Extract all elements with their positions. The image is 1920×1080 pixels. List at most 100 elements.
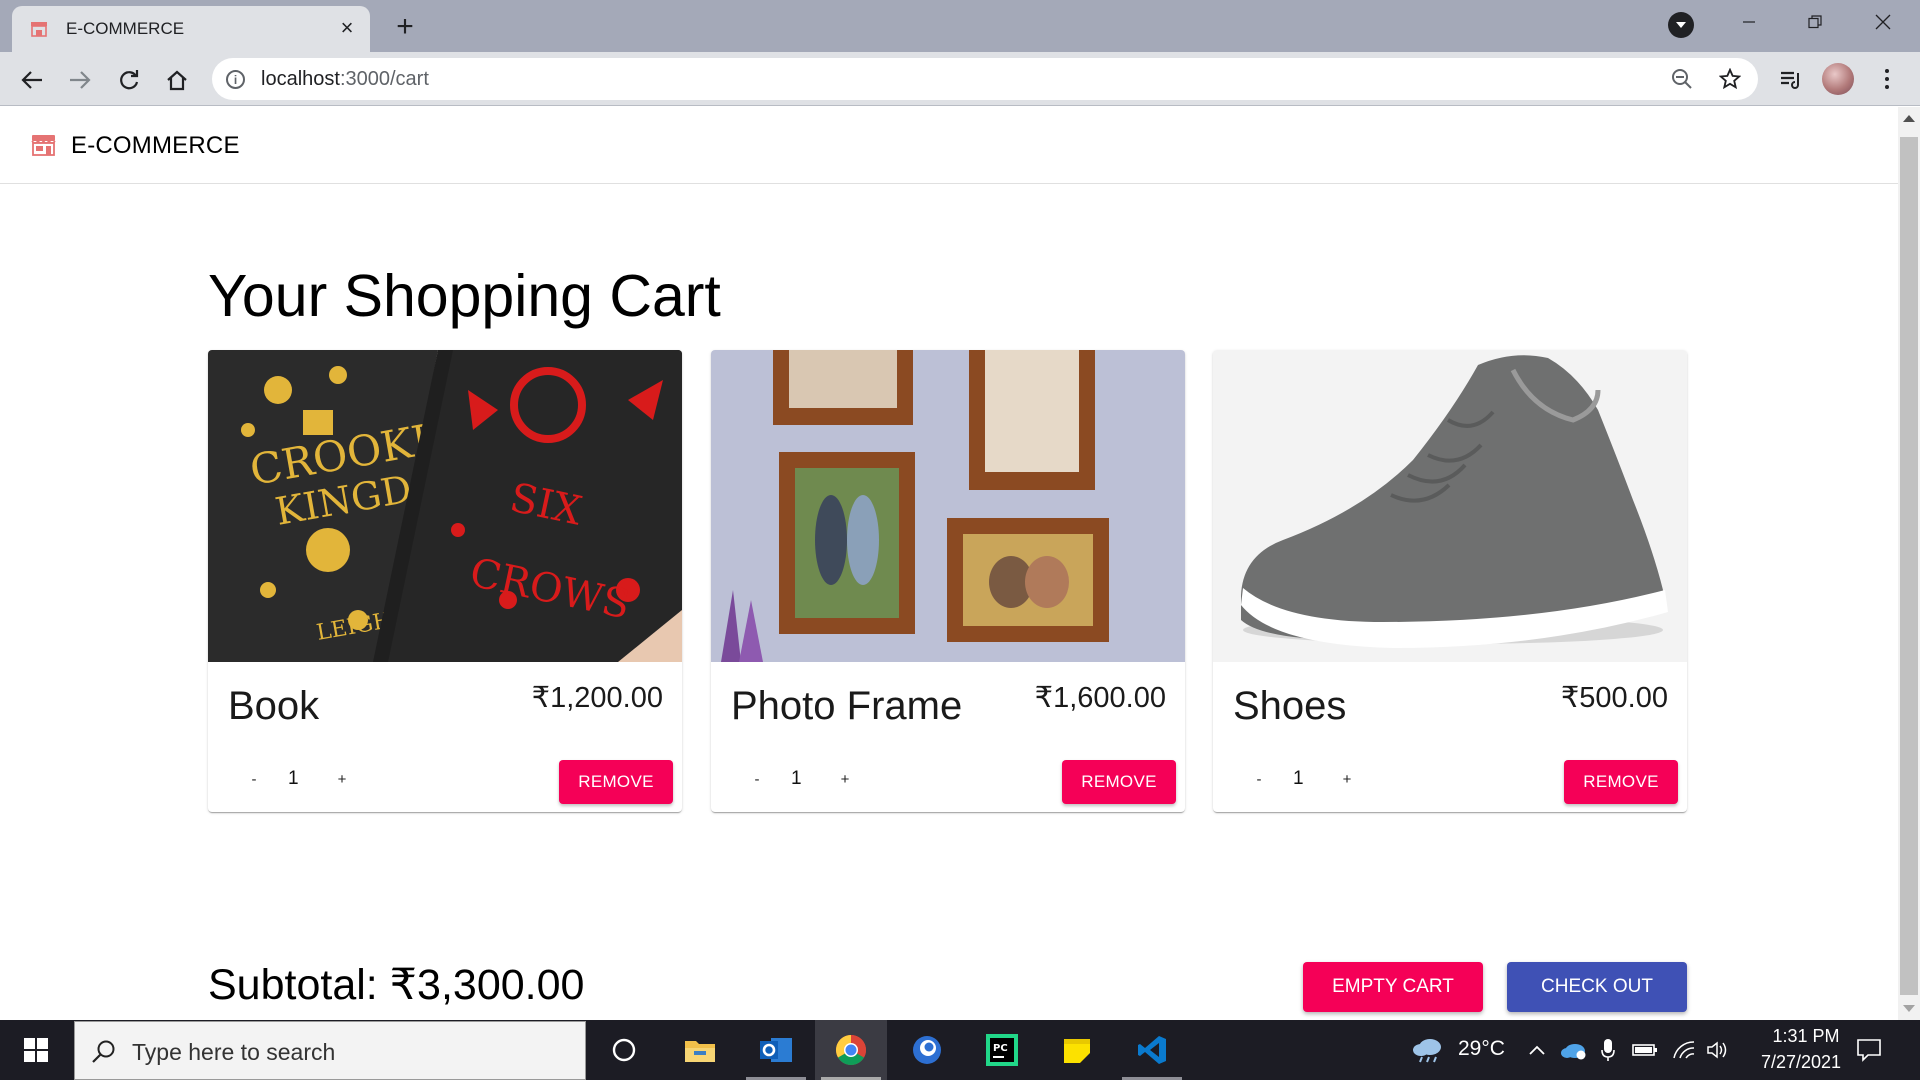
folder-icon [685,1041,715,1062]
show-hidden-icons-button[interactable] [1528,1020,1546,1080]
address-bar[interactable]: i localhost:3000/cart [212,58,1758,100]
store-icon [31,135,56,156]
page-viewport: E-COMMERCE Your Shopping Cart CROOKE KIN… [0,107,1898,1020]
browser-toolbar: i localhost:3000/cart [0,52,1920,106]
bookmark-star-icon[interactable] [1717,66,1743,92]
search-placeholder: Type here to search [132,1039,336,1065]
store-icon [31,22,47,37]
outlook-icon [760,1038,792,1062]
shoes-image [1213,350,1687,662]
reload-icon [120,70,139,90]
arrow-right-icon [70,71,91,89]
home-icon [167,70,187,91]
microphone-tray-icon[interactable] [1600,1020,1616,1080]
quantity-value: 1 [288,768,299,789]
item-price: ₹1,600.00 [1034,682,1166,714]
browser-tab[interactable]: E-COMMERCE × [12,6,370,52]
reload-button[interactable] [111,62,147,98]
increase-quantity-button[interactable]: + [1330,762,1364,796]
increase-quantity-button[interactable]: + [828,762,862,796]
volume-tray-icon[interactable] [1706,1020,1730,1080]
home-button[interactable] [159,62,195,98]
restore-button[interactable] [1782,0,1848,44]
microphone-icon [1601,1039,1615,1061]
weather-widget[interactable] [1412,1020,1446,1080]
decrease-quantity-button[interactable]: - [740,762,774,796]
item-price: ₹500.00 [1560,682,1668,714]
subtotal-text: Subtotal: ₹3,300.00 [208,961,585,1009]
book-image: CROOKE KINGDO LEIGH SIX CROWS [208,350,682,662]
tab-search-button[interactable] [1668,12,1694,38]
scroll-up-arrow-icon[interactable] [1903,115,1915,122]
item-price: ₹1,200.00 [531,682,663,714]
remove-button[interactable]: REMOVE [559,760,673,804]
start-button[interactable] [0,1020,72,1080]
media-control-button[interactable] [1773,62,1809,98]
photo-frame-image [711,350,1185,662]
task-view-button[interactable] [588,1020,660,1080]
taskbar-outlook[interactable] [740,1020,812,1080]
speaker-icon [1707,1041,1727,1059]
taskbar-app-blue[interactable] [891,1020,963,1080]
page-scrollbar[interactable] [1898,107,1920,1020]
back-button[interactable] [14,62,50,98]
wifi-tray-icon[interactable] [1672,1020,1696,1080]
brand-title[interactable]: E-COMMERCE [71,132,240,160]
minimize-icon [1743,21,1755,23]
cloud-rain-icon [1413,1039,1441,1063]
empty-cart-button[interactable]: EMPTY CART [1303,962,1483,1012]
minimize-button[interactable] [1716,0,1782,44]
windows-taskbar: Type here to search PC 29°C 1:31 PM 7/27… [0,1020,1920,1080]
taskbar-chrome[interactable] [815,1020,887,1080]
browser-tabstrip: E-COMMERCE × + [0,0,1920,52]
battery-tray-icon[interactable] [1632,1020,1658,1080]
app-bar: E-COMMERCE [0,107,1898,184]
scroll-down-arrow-icon[interactable] [1903,1005,1915,1012]
zoom-icon[interactable] [1669,66,1695,92]
profile-avatar[interactable] [1822,63,1854,95]
onedrive-tray-icon[interactable] [1560,1020,1588,1080]
scrollbar-thumb[interactable] [1900,137,1918,995]
taskbar-sticky-notes[interactable] [1041,1020,1113,1080]
taskbar-vscode[interactable] [1116,1020,1188,1080]
decrease-quantity-button[interactable]: - [237,762,271,796]
weather-temperature[interactable]: 29°C [1458,1037,1505,1061]
url-text[interactable]: localhost:3000/cart [261,68,429,91]
increase-quantity-button[interactable]: + [325,762,359,796]
close-window-button[interactable] [1850,0,1916,44]
item-name: Shoes [1233,684,1347,728]
chevron-up-icon [1529,1045,1545,1055]
chevron-down-icon [1676,22,1686,28]
decrease-quantity-button[interactable]: - [1242,762,1276,796]
remove-button[interactable]: REMOVE [1564,760,1678,804]
browser-menu-icon[interactable] [1874,66,1900,92]
remove-button[interactable]: REMOVE [1062,760,1176,804]
svg-text:PC: PC [993,1043,1008,1054]
notifications-button[interactable] [1856,1020,1882,1080]
clock-date[interactable]: 7/27/2021 [1746,1052,1856,1073]
arrow-left-icon [21,71,42,89]
quantity-value: 1 [1293,768,1304,789]
vscode-icon [1138,1036,1166,1064]
tab-title: E-COMMERCE [66,19,185,38]
taskbar-search-box[interactable]: Type here to search [74,1021,586,1080]
clock-time[interactable]: 1:31 PM [1756,1026,1856,1047]
search-icon [92,1040,115,1063]
windows-logo-icon [24,1038,48,1062]
cart-item-card: Shoes ₹500.00 - 1 + REMOVE [1213,350,1687,812]
wifi-icon [1673,1041,1695,1059]
playlist-icon [1781,71,1799,89]
quantity-value: 1 [791,768,802,789]
close-icon [1875,14,1891,30]
new-tab-button[interactable]: + [388,10,422,44]
forward-button[interactable] [62,62,98,98]
cart-item-card: CROOKE KINGDO LEIGH SIX CROWS Book ₹1,20… [208,350,682,812]
notification-icon [1857,1039,1881,1062]
taskbar-file-explorer[interactable] [664,1020,736,1080]
item-name: Photo Frame [731,684,963,728]
close-tab-icon[interactable]: × [334,15,360,41]
cortana-circle-icon [612,1038,636,1062]
checkout-button[interactable]: CHECK OUT [1507,962,1687,1012]
taskbar-pycharm[interactable]: PC [966,1020,1038,1080]
info-icon[interactable]: i [226,70,245,89]
